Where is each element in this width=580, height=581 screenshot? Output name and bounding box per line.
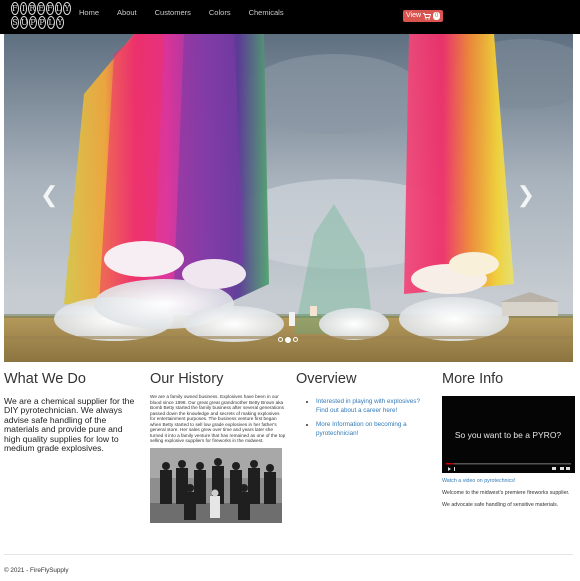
cart-count-badge: 0 <box>433 12 441 20</box>
our-history-section: Our History We are a family owned busine… <box>150 371 286 523</box>
more-info-text-2: We advocate safe handling of sensitive m… <box>442 502 559 509</box>
carousel-indicators <box>278 336 298 343</box>
section-title: What We Do <box>4 371 86 387</box>
overview-list: Interested in playing with explosives? F… <box>296 397 432 439</box>
more-info-section: More Info So you want to be a PYRO? Watc… <box>442 371 578 509</box>
logo-letter: L <box>47 16 55 29</box>
family-photo <box>150 447 282 523</box>
section-text: We are a chemical supplier for the DIY p… <box>4 396 135 454</box>
navbar: F I R E F L Y S U P P L Y Home About Cus… <box>0 0 580 34</box>
footer-copyright: © 2021 - FireFlySupply <box>4 567 69 574</box>
carousel-slide-image <box>4 34 573 362</box>
logo-letter: L <box>54 2 63 15</box>
carousel-indicator[interactable] <box>278 337 283 342</box>
brand-logo[interactable]: F I R E F L Y S U P P L Y <box>11 2 71 32</box>
nav-home[interactable]: Home <box>70 0 108 34</box>
hero-carousel: ❮ ❯ <box>4 34 573 362</box>
carousel-indicator[interactable] <box>293 337 298 342</box>
section-title: More Info <box>442 371 504 387</box>
logo-letter: F <box>46 2 54 15</box>
logo-letter: S <box>11 16 19 29</box>
footer-divider <box>4 554 573 555</box>
carousel-indicator-active[interactable] <box>285 336 291 343</box>
logo-row-1: F I R E F L Y <box>11 2 71 15</box>
video-player[interactable]: So you want to be a PYRO? <box>442 396 575 473</box>
nav-chemicals[interactable]: Chemicals <box>240 0 293 34</box>
pyrotechnician-info-link[interactable]: More Information on becoming a pyrotechn… <box>316 421 407 437</box>
logo-letter: R <box>28 2 37 15</box>
view-cart-button[interactable]: View 0 <box>403 10 444 22</box>
what-we-do-section: What We Do We are a chemical supplier fo… <box>4 371 140 453</box>
video-link[interactable]: Watch a video on pyrotechnics! <box>442 478 578 484</box>
logo-letter: E <box>37 2 46 15</box>
logo-letter: U <box>20 16 28 29</box>
logo-letter: Y <box>56 16 64 29</box>
shopping-cart-icon <box>423 12 432 20</box>
logo-letter: P <box>29 16 37 29</box>
logo-letter: I <box>19 2 28 15</box>
overview-section: Overview Interested in playing with expl… <box>296 371 432 443</box>
career-link[interactable]: Interested in playing with explosives? F… <box>316 398 420 414</box>
more-info-text-1: Welcome to the midwest's premiere firewo… <box>442 490 570 496</box>
logo-letter: F <box>11 2 19 15</box>
nav-about[interactable]: About <box>108 0 146 34</box>
section-text: We are a family owned business. Explosiv… <box>150 394 286 443</box>
nav-customers[interactable]: Customers <box>146 0 200 34</box>
logo-row-2: S U P P L Y <box>11 16 71 29</box>
video-title: So you want to be a PYRO? <box>455 430 562 440</box>
cart-label: View <box>406 12 422 19</box>
nav-colors[interactable]: Colors <box>200 0 240 34</box>
nav-links: Home About Customers Colors Chemicals <box>70 0 293 34</box>
section-title: Our History <box>150 371 224 387</box>
chevron-right-icon[interactable]: ❯ <box>517 184 535 206</box>
list-item: More Information on becoming a pyrotechn… <box>316 420 432 439</box>
list-item: Interested in playing with explosives? F… <box>316 397 432 416</box>
logo-letter: P <box>38 16 46 29</box>
section-title: Overview <box>296 371 357 387</box>
chevron-left-icon[interactable]: ❮ <box>40 184 58 206</box>
